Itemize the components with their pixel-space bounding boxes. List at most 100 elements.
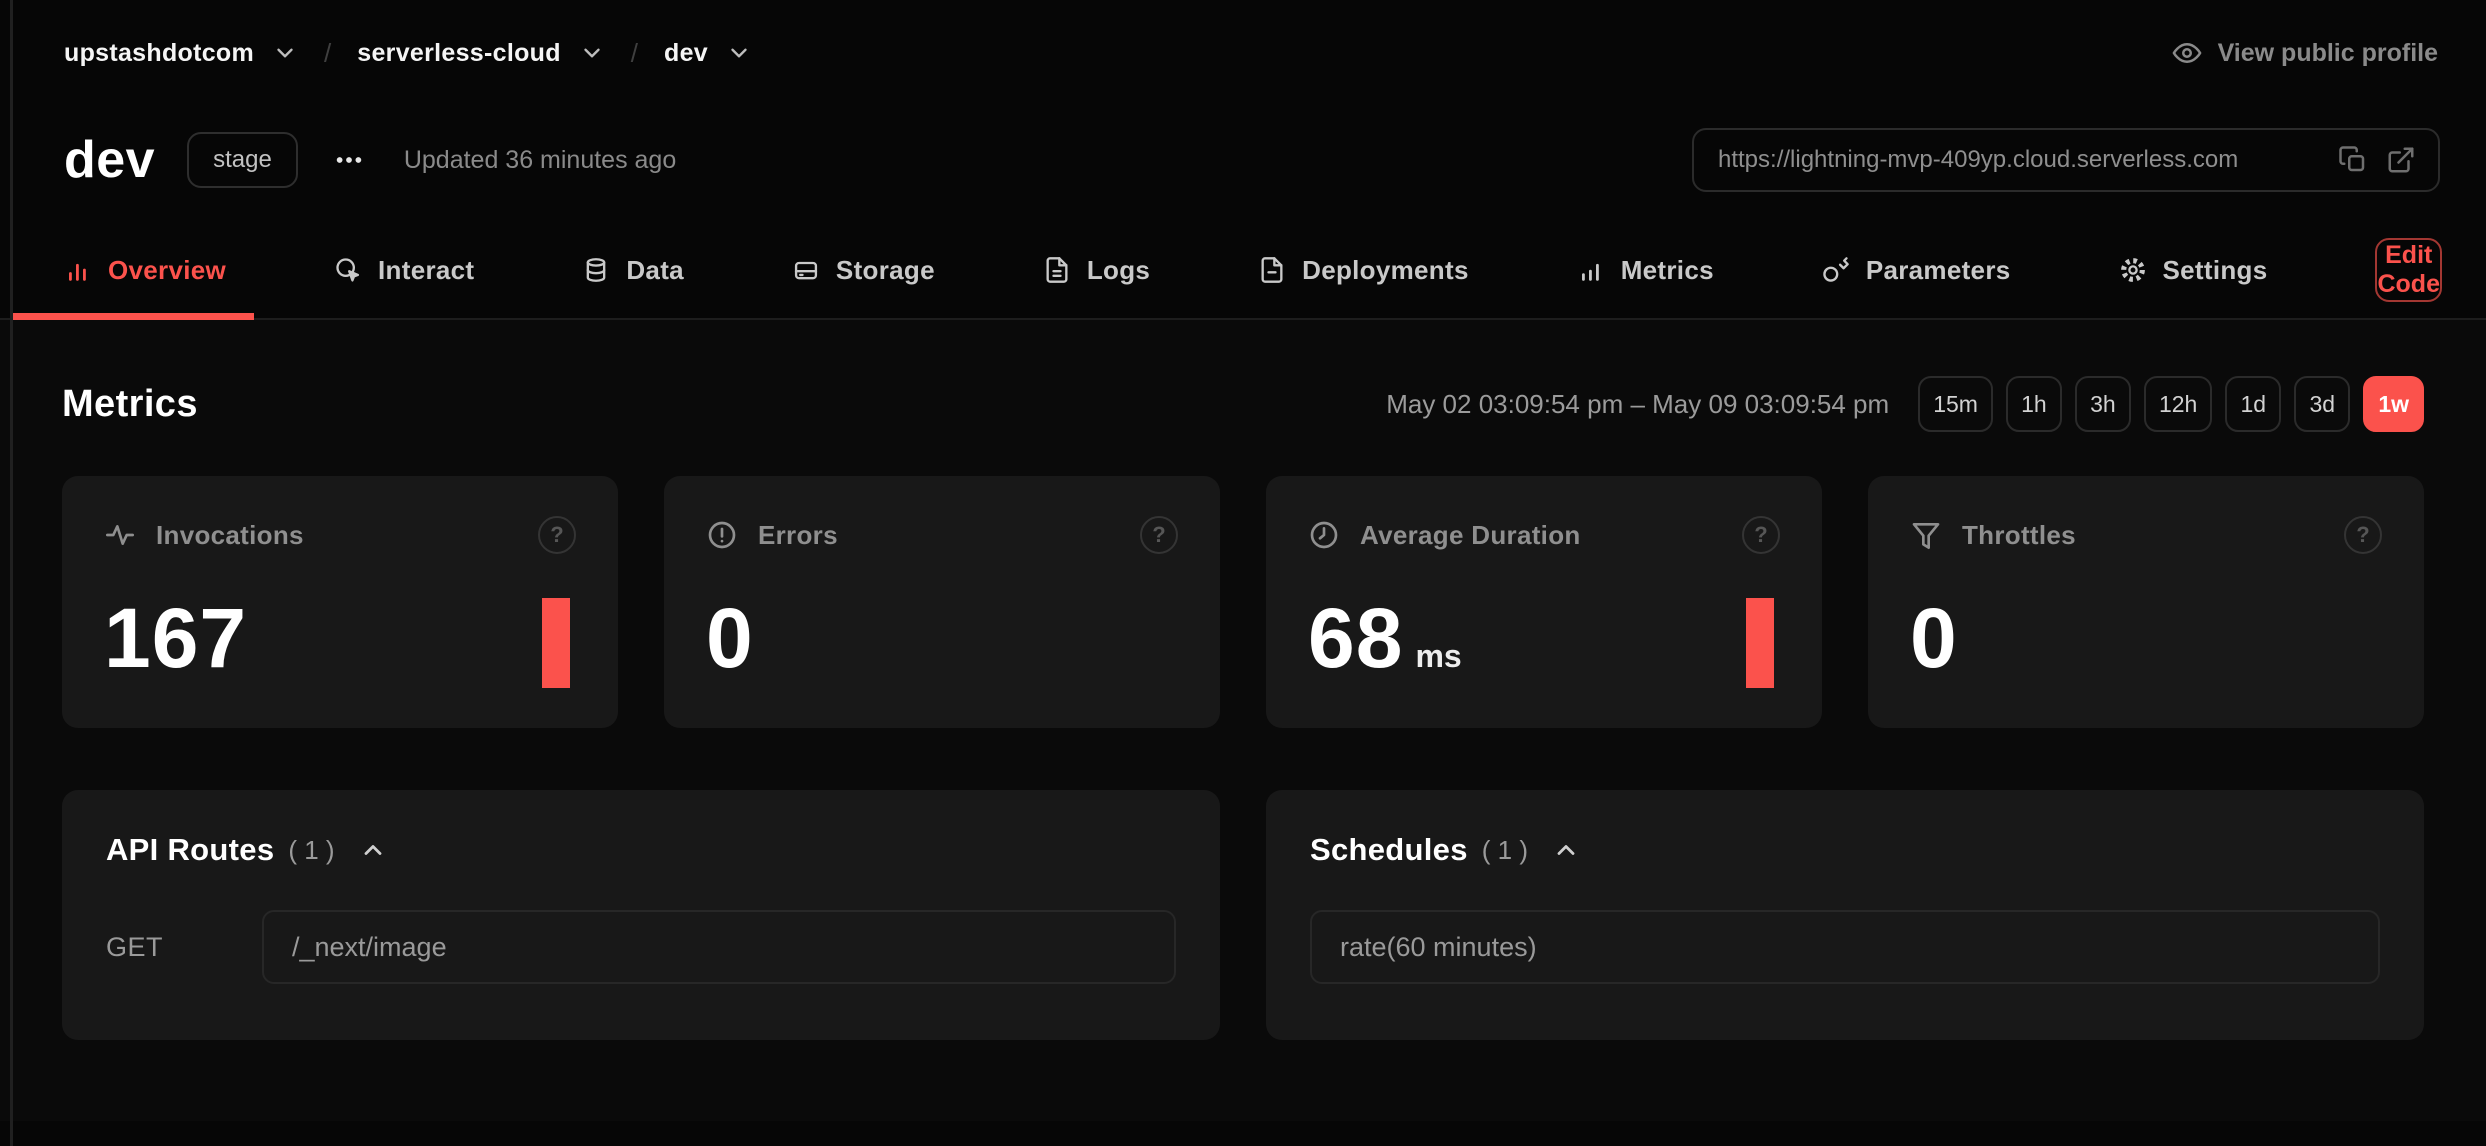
metric-value: 167 — [104, 596, 247, 680]
breadcrumb: upstashdotcom / serverless-cloud / dev V… — [0, 0, 2486, 96]
gear-icon — [2119, 256, 2147, 284]
page-title: dev — [64, 130, 155, 190]
throttles-card: Throttles ? 0 — [1868, 476, 2424, 728]
activity-icon — [104, 519, 136, 551]
view-public-profile-link[interactable]: View public profile — [2172, 38, 2438, 68]
range-button-3d[interactable]: 3d — [2294, 376, 2350, 432]
tab-label: Overview — [108, 255, 226, 286]
metric-label: Errors — [758, 520, 838, 551]
breadcrumb-separator: / — [631, 38, 638, 69]
more-options-button[interactable] — [328, 139, 370, 181]
app-url-box: https://lightning-mvp-409yp.cloud.server… — [1692, 128, 2440, 192]
breadcrumb-separator: / — [324, 38, 331, 69]
stage-badge: stage — [187, 132, 298, 188]
help-icon[interactable]: ? — [1140, 516, 1178, 554]
tab-interact[interactable]: Interact — [334, 255, 474, 286]
route-path-box: /_next/image — [262, 910, 1176, 984]
copy-icon[interactable] — [2338, 145, 2368, 175]
schedules-title: Schedules — [1310, 832, 1468, 868]
invocations-card: Invocations ? 167 — [62, 476, 618, 728]
breadcrumb-org-dropdown[interactable]: upstashdotcom — [64, 39, 298, 68]
external-link-icon[interactable] — [2386, 145, 2416, 175]
alert-circle-icon — [706, 519, 738, 551]
app-header: dev stage Updated 36 minutes ago https:/… — [0, 124, 2486, 196]
tab-label: Metrics — [1621, 255, 1714, 286]
route-path: /_next/image — [292, 932, 447, 963]
metric-value: 0 — [706, 596, 754, 680]
schedule-rate-box: rate(60 minutes) — [1310, 910, 2380, 984]
metric-label: Throttles — [1962, 520, 2076, 551]
range-button-15m[interactable]: 15m — [1918, 376, 1993, 432]
tab-storage[interactable]: Storage — [792, 255, 935, 286]
tab-settings[interactable]: Settings — [2119, 255, 2268, 286]
range-button-1w[interactable]: 1w — [2363, 376, 2424, 432]
help-icon[interactable]: ? — [538, 516, 576, 554]
metric-label: Average Duration — [1360, 520, 1581, 551]
collapse-button[interactable] — [1552, 836, 1580, 864]
file-text-icon — [1043, 256, 1071, 284]
metric-unit: ms — [1415, 638, 1461, 675]
database-icon — [582, 256, 610, 284]
filter-funnel-icon — [1910, 519, 1942, 551]
schedules-count: ( 1 ) — [1482, 835, 1528, 866]
api-routes-count: ( 1 ) — [288, 835, 334, 866]
routes-schedules-row: API Routes ( 1 ) GET /_next/image Schedu… — [62, 790, 2424, 1040]
breadcrumb-app-label: serverless-cloud — [357, 39, 561, 68]
tab-label: Storage — [836, 255, 935, 286]
range-button-3h[interactable]: 3h — [2075, 376, 2131, 432]
chevron-down-icon — [726, 40, 752, 66]
schedules-card: Schedules ( 1 ) rate(60 minutes) — [1266, 790, 2424, 1040]
updated-timestamp: Updated 36 minutes ago — [404, 146, 676, 175]
tab-label: Settings — [2163, 255, 2268, 286]
breadcrumb-org-label: upstashdotcom — [64, 39, 254, 68]
schedule-rate: rate(60 minutes) — [1340, 932, 1537, 963]
route-row: GET /_next/image — [106, 910, 1176, 984]
metric-value: 0 — [1910, 596, 1958, 680]
file-minus-icon — [1258, 256, 1286, 284]
schedule-row: rate(60 minutes) — [1310, 910, 2380, 984]
chevron-up-icon — [359, 836, 387, 864]
view-public-profile-label: View public profile — [2218, 39, 2438, 68]
chevron-up-icon — [1552, 836, 1580, 864]
tab-overview[interactable]: Overview — [64, 255, 226, 286]
page-left-border — [10, 0, 13, 1146]
breadcrumb-app-dropdown[interactable]: serverless-cloud — [357, 39, 605, 68]
errors-card: Errors ? 0 — [664, 476, 1220, 728]
help-icon[interactable]: ? — [1742, 516, 1780, 554]
overview-content: Metrics May 02 03:09:54 pm – May 09 03:0… — [0, 320, 2486, 1121]
average-duration-card: Average Duration ? 68 ms — [1266, 476, 1822, 728]
bar-chart-icon — [64, 256, 92, 284]
key-icon — [1822, 256, 1850, 284]
collapse-button[interactable] — [359, 836, 387, 864]
metric-cards: Invocations ? 167 Errors ? 0 — [62, 476, 2424, 728]
time-range-picker: May 02 03:09:54 pm – May 09 03:09:54 pm … — [1386, 376, 2424, 432]
metric-value: 68 — [1308, 596, 1403, 680]
breadcrumb-instance-dropdown[interactable]: dev — [664, 39, 752, 68]
cursor-click-icon — [334, 256, 362, 284]
active-tab-underline — [12, 313, 254, 320]
help-icon[interactable]: ? — [2344, 516, 2382, 554]
tab-label: Logs — [1087, 255, 1150, 286]
range-button-1d[interactable]: 1d — [2225, 376, 2281, 432]
api-routes-card: API Routes ( 1 ) GET /_next/image — [62, 790, 1220, 1040]
route-method: GET — [106, 932, 262, 963]
date-range-text: May 02 03:09:54 pm – May 09 03:09:54 pm — [1386, 389, 1889, 420]
clock-icon — [1308, 519, 1340, 551]
chevron-down-icon — [272, 40, 298, 66]
edit-code-button[interactable]: Edit Code — [2375, 238, 2442, 302]
tab-label: Interact — [378, 255, 474, 286]
sparkline-bar — [1746, 598, 1774, 688]
tab-logs[interactable]: Logs — [1043, 255, 1150, 286]
tab-bar: Overview Interact Data Storage Logs Depl… — [0, 222, 2486, 320]
bar-chart-icon — [1577, 256, 1605, 284]
tab-deployments[interactable]: Deployments — [1258, 255, 1469, 286]
range-button-12h[interactable]: 12h — [2144, 376, 2212, 432]
chevron-down-icon — [579, 40, 605, 66]
storage-drive-icon — [792, 256, 820, 284]
tab-metrics[interactable]: Metrics — [1577, 255, 1714, 286]
metric-label: Invocations — [156, 520, 304, 551]
tab-data[interactable]: Data — [582, 255, 684, 286]
range-button-1h[interactable]: 1h — [2006, 376, 2062, 432]
tab-parameters[interactable]: Parameters — [1822, 255, 2011, 286]
tab-label: Deployments — [1302, 255, 1469, 286]
